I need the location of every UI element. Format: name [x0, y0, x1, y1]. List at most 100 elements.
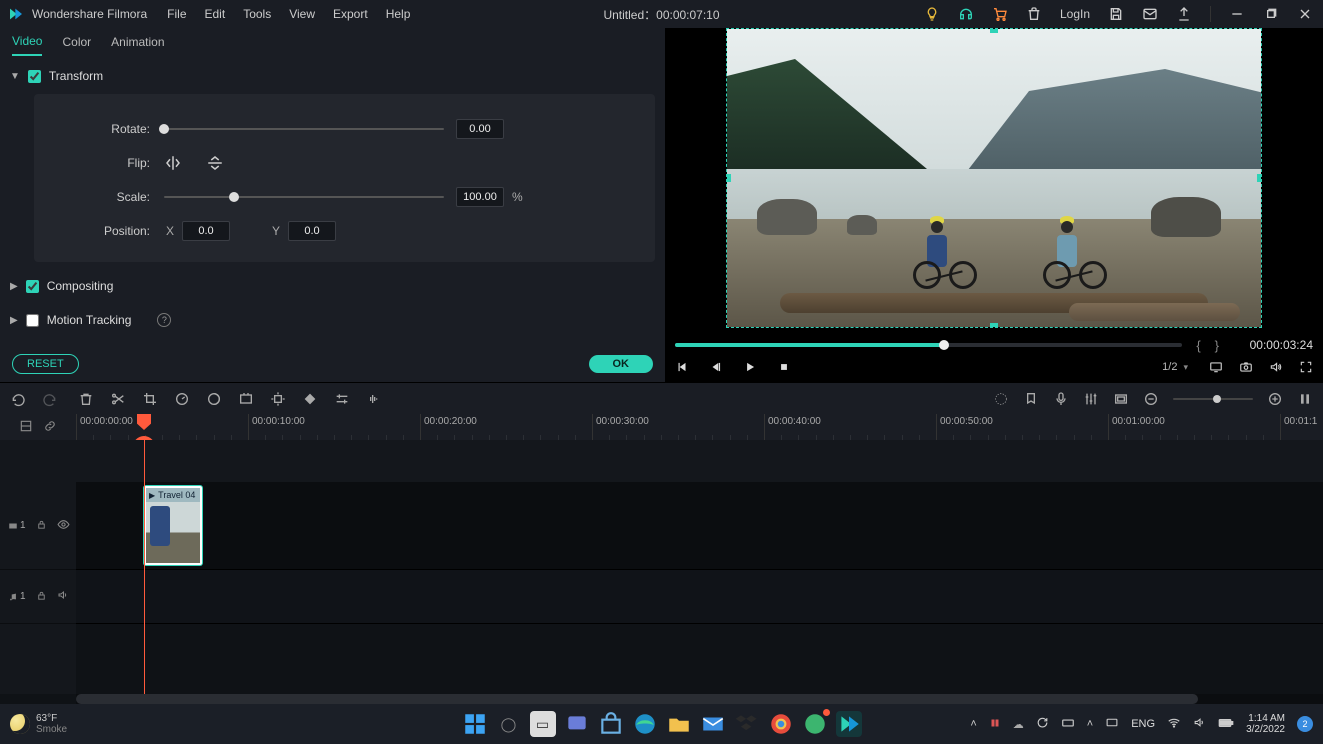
- tab-color[interactable]: Color: [62, 29, 91, 55]
- menu-help[interactable]: Help: [386, 7, 411, 21]
- upload-icon[interactable]: [1176, 6, 1192, 22]
- zoom-slider[interactable]: [1173, 398, 1253, 400]
- undo-icon[interactable]: [10, 391, 26, 407]
- filmora-taskbar-icon[interactable]: [836, 711, 862, 737]
- chat-icon[interactable]: [564, 711, 590, 737]
- tab-video[interactable]: Video: [12, 28, 42, 56]
- onedrive-icon[interactable]: ☁: [1013, 718, 1024, 731]
- flip-horizontal-icon[interactable]: [164, 154, 182, 172]
- rotate-value[interactable]: [456, 119, 504, 139]
- window-close-icon[interactable]: [1297, 6, 1313, 22]
- marker-icon[interactable]: [1023, 391, 1039, 407]
- save-icon[interactable]: [1108, 6, 1124, 22]
- motion-tracking-icon[interactable]: [270, 391, 286, 407]
- resize-handle-left[interactable]: [726, 174, 731, 182]
- stop-icon[interactable]: [777, 360, 791, 374]
- explorer-icon[interactable]: [666, 711, 692, 737]
- timeline-mode-icon[interactable]: [19, 419, 33, 436]
- mail-icon[interactable]: [1142, 6, 1158, 22]
- zoom-in-icon[interactable]: [1267, 391, 1283, 407]
- playhead-flag[interactable]: [137, 414, 151, 430]
- scale-slider[interactable]: [164, 196, 444, 198]
- volume-icon[interactable]: [1269, 360, 1283, 374]
- audio-wave-icon[interactable]: [366, 391, 382, 407]
- track-lock-icon[interactable]: [36, 590, 47, 604]
- redo-icon[interactable]: [42, 391, 58, 407]
- fullscreen-icon[interactable]: [1299, 360, 1313, 374]
- render-icon[interactable]: [993, 391, 1009, 407]
- start-icon[interactable]: [462, 711, 488, 737]
- login-link[interactable]: LogIn: [1060, 7, 1090, 21]
- section-motion-tracking[interactable]: ▶ Motion Tracking ?: [10, 308, 655, 332]
- position-x-value[interactable]: [182, 221, 230, 241]
- tray-chevron-icon[interactable]: ˄: [1087, 718, 1093, 730]
- store-icon[interactable]: [598, 711, 624, 737]
- green-screen-icon[interactable]: [238, 391, 254, 407]
- track-lock-icon[interactable]: [36, 519, 47, 533]
- wifi-icon[interactable]: [1167, 716, 1181, 733]
- tray-overflow-icon[interactable]: ˄: [970, 718, 976, 730]
- delete-icon[interactable]: [78, 391, 94, 407]
- chrome-icon[interactable]: [768, 711, 794, 737]
- menu-file[interactable]: File: [167, 7, 186, 21]
- resize-handle-top[interactable]: [990, 28, 998, 33]
- input-indicator-icon[interactable]: [1105, 716, 1119, 732]
- lightbulb-icon[interactable]: [924, 6, 940, 22]
- window-minimize-icon[interactable]: [1229, 6, 1245, 22]
- safe-zone-icon[interactable]: [1113, 391, 1129, 407]
- video-clip[interactable]: ▶Travel 04: [144, 486, 202, 565]
- track-mute-icon[interactable]: [57, 589, 69, 604]
- mail-app-icon[interactable]: [700, 711, 726, 737]
- prev-frame-icon[interactable]: [675, 360, 689, 374]
- crop-icon[interactable]: [142, 391, 158, 407]
- position-y-value[interactable]: [288, 221, 336, 241]
- step-back-icon[interactable]: [709, 360, 723, 374]
- menu-edit[interactable]: Edit: [205, 7, 226, 21]
- compositing-checkbox[interactable]: [26, 280, 39, 293]
- app-icon-1[interactable]: [802, 711, 828, 737]
- tab-animation[interactable]: Animation: [111, 29, 164, 55]
- ok-button[interactable]: OK: [589, 355, 654, 373]
- dropbox-icon[interactable]: [734, 711, 760, 737]
- split-icon[interactable]: [110, 391, 126, 407]
- play-icon[interactable]: [743, 360, 757, 374]
- preview-viewport[interactable]: [665, 28, 1323, 338]
- snapshot-icon[interactable]: [1239, 360, 1253, 374]
- headset-icon[interactable]: [958, 6, 974, 22]
- track-visibility-icon[interactable]: [57, 518, 70, 534]
- mixer-icon[interactable]: [1083, 391, 1099, 407]
- taskview-icon[interactable]: ▭: [530, 711, 556, 737]
- cart-icon[interactable]: [992, 6, 1008, 22]
- edge-icon[interactable]: [632, 711, 658, 737]
- link-icon[interactable]: [43, 419, 57, 436]
- battery-icon[interactable]: [1218, 717, 1234, 732]
- display-icon[interactable]: [1209, 360, 1223, 374]
- language-indicator[interactable]: ENG: [1131, 718, 1155, 730]
- color-icon[interactable]: [206, 391, 222, 407]
- keyframe-icon[interactable]: [302, 391, 318, 407]
- motion-tracking-checkbox[interactable]: [26, 314, 39, 327]
- weather-widget[interactable]: 63°F Smoke: [10, 713, 67, 735]
- preview-scrub[interactable]: { } 00:00:03:24: [665, 338, 1323, 352]
- audio-track[interactable]: [76, 570, 1323, 624]
- search-icon[interactable]: ◯: [496, 711, 522, 737]
- timeline-scrollbar[interactable]: [76, 694, 1323, 704]
- update-icon[interactable]: [1036, 716, 1049, 732]
- flip-vertical-icon[interactable]: [206, 154, 224, 172]
- section-compositing[interactable]: ▶ Compositing: [10, 274, 655, 298]
- system-clock[interactable]: 1:14 AM 3/2/2022: [1246, 713, 1285, 735]
- adjust-icon[interactable]: [334, 391, 350, 407]
- zoom-out-icon[interactable]: [1143, 391, 1159, 407]
- record-voiceover-icon[interactable]: [1053, 391, 1069, 407]
- timeline-ruler[interactable]: 00:00:00:0000:00:10:0000:00:20:0000:00:3…: [76, 414, 1323, 440]
- scale-value[interactable]: [456, 187, 504, 207]
- speaker-icon[interactable]: [1193, 716, 1206, 732]
- menu-tools[interactable]: Tools: [243, 7, 271, 21]
- trash-icon[interactable]: [1026, 6, 1042, 22]
- help-icon[interactable]: ?: [157, 313, 171, 327]
- video-track[interactable]: ▶Travel 04: [76, 482, 1323, 570]
- resize-handle-bottom[interactable]: [990, 323, 998, 328]
- transform-checkbox[interactable]: [28, 70, 41, 83]
- mark-in-icon[interactable]: {: [1196, 338, 1200, 353]
- keyboard-icon[interactable]: [1061, 716, 1075, 733]
